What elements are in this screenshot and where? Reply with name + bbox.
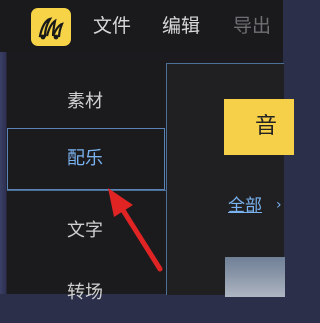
sidebar-item-label: 文字 [67,220,103,241]
menu-bar: 文件 编辑 导出 [0,0,283,52]
sidebar-item-music[interactable]: 配乐 [7,128,165,190]
sidebar: 素材 配乐 文字 转场 [7,60,167,303]
audio-category-tab[interactable]: 音 [224,99,294,155]
media-thumbnail[interactable] [225,257,285,297]
audio-category-label: 音 [255,114,278,139]
chevron-right-icon[interactable]: › [276,197,282,213]
sidebar-item-label: 转场 [67,282,103,303]
menu-file[interactable]: 文件 [93,14,131,38]
sidebar-item-label: 素材 [67,91,103,112]
sidebar-item-material[interactable]: 素材 [7,72,165,132]
sidebar-item-transition[interactable]: 转场 [7,263,165,323]
menu-export[interactable]: 导出 [233,14,271,38]
app-logo-icon[interactable] [31,8,71,46]
sidebar-item-label: 配乐 [67,148,103,169]
sidebar-divider [7,190,167,191]
content-panel: 音 全部 › [166,63,294,297]
menu-edit[interactable]: 编辑 [162,14,200,38]
filter-all-link[interactable]: 全部 [228,195,262,217]
sidebar-item-text[interactable]: 文字 [7,201,165,261]
app-window: 文件 编辑 导出 素材 配乐 文字 转场 音 全部 › [0,0,294,303]
